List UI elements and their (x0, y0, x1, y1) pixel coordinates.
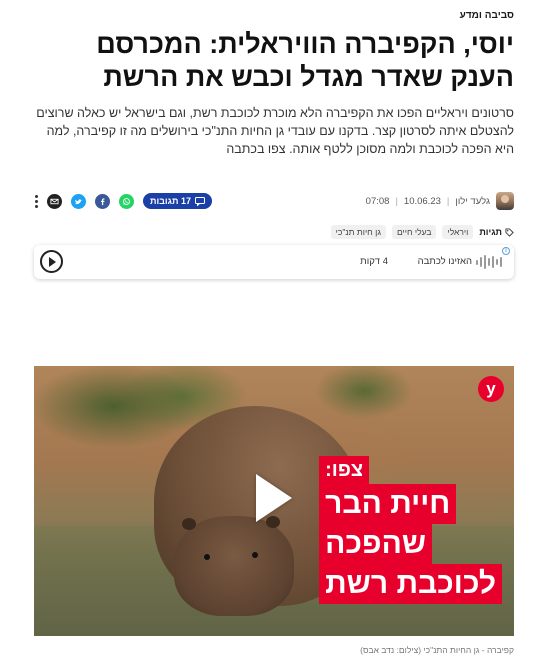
meta-separator: | (446, 195, 450, 207)
tags-label: תגיות (479, 227, 514, 237)
info-icon[interactable]: i (502, 247, 510, 255)
tag-item[interactable]: ויראלי (442, 225, 474, 239)
author-block: גלעד ילון | 10.06.23 | 07:08 (366, 190, 514, 212)
comments-count: 17 תגובות (150, 196, 191, 206)
mail-icon[interactable] (47, 193, 62, 209)
tag-item[interactable]: גן חיות תנ"כי (330, 225, 386, 239)
tag-icon (505, 227, 514, 237)
audio-play-button[interactable] (40, 250, 63, 273)
whatsapp-icon[interactable] (119, 193, 134, 209)
comment-bubble-icon (194, 196, 205, 206)
section-category[interactable]: סביבה ומדע (460, 10, 514, 21)
video-player[interactable]: y צפו: חיית הבר שהפכה לכוכבת רשת (34, 366, 514, 636)
video-caption-line: שהפכה (319, 524, 432, 564)
photo-credit: קפיברה - גן החיות התנ"כי (צילום: נדב אבס… (360, 645, 514, 655)
tag-item[interactable]: בעלי חיים (391, 225, 437, 239)
article-headline: יוסי, הקפיברה הוויראלית: המכרסם הענק שאד… (96, 29, 514, 92)
author-name[interactable]: גלעד ילון (455, 196, 490, 207)
audio-label: האזינו לכתבה (417, 256, 472, 267)
capybara-head (174, 516, 294, 616)
comments-button[interactable]: 17 תגובות (143, 193, 212, 209)
video-caption-line: חיית הבר (319, 484, 457, 524)
publish-time: 07:08 (365, 195, 390, 207)
share-bar: 17 תגובות (34, 190, 212, 212)
sound-wave-icon (476, 254, 502, 270)
video-caption-line: צפו: (319, 456, 370, 484)
twitter-icon[interactable] (71, 193, 86, 209)
audio-player[interactable]: i האזינו לכתבה 4 דקות (34, 245, 514, 279)
article-subtitle: סרטונים ויראליים הפכו את הקפיברה הלא מוכ… (36, 106, 514, 156)
video-play-icon[interactable] (256, 474, 292, 522)
meta-separator: | (395, 195, 398, 207)
video-caption: צפו: חיית הבר שהפכה לכוכבת רשת (319, 456, 502, 604)
facebook-icon[interactable] (95, 193, 110, 209)
tags-row: תגיות ויראלי בעלי חיים גן חיות תנ"כי (330, 225, 514, 239)
more-icon[interactable] (34, 194, 38, 208)
tags-label-text: תגיות (479, 227, 502, 237)
ynet-logo: y (478, 376, 504, 402)
publish-date: 10.06.23 (403, 195, 441, 207)
author-avatar[interactable] (496, 192, 514, 210)
audio-duration: 4 דקות (360, 256, 388, 267)
article-meta-row: גלעד ילון | 10.06.23 | 07:08 17 תגובות (34, 190, 514, 212)
video-caption-line: לכוכבת רשת (319, 564, 502, 604)
